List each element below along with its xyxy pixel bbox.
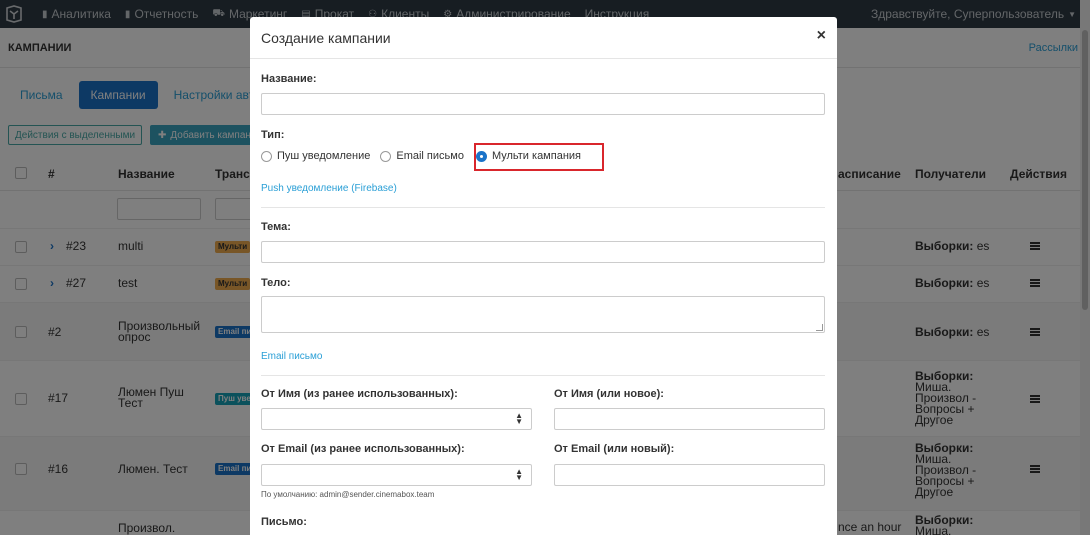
subject-label: Тема:: [261, 221, 291, 233]
radio-circle[interactable]: [261, 150, 272, 162]
letter-label: Письмо:: [261, 516, 307, 528]
push-section-heading: Push уведомление (Firebase): [261, 183, 397, 194]
radio-circle[interactable]: [380, 150, 392, 162]
type-push-radio[interactable]: Пуш уведомление: [261, 150, 370, 162]
from-email-input[interactable]: [554, 464, 825, 486]
modal-title: Создание кампании: [261, 30, 391, 46]
divider: [261, 375, 825, 376]
from-email-prev-label: От Email (из ранее использованных):: [261, 443, 465, 455]
from-email-new-label: От Email (или новый):: [554, 443, 675, 455]
from-name-select[interactable]: ▲ ▼: [261, 408, 532, 430]
type-email-radio[interactable]: Email письмо: [380, 150, 464, 162]
close-icon[interactable]: ×: [817, 27, 826, 45]
resize-grip-icon[interactable]: [816, 324, 823, 331]
email-section-heading: Email письмо: [261, 351, 323, 362]
from-name-input[interactable]: [554, 408, 825, 430]
create-campaign-modal: Создание кампании × Название: Тип: Пуш у…: [250, 17, 837, 535]
subject-input[interactable]: [261, 241, 825, 263]
from-name-prev-label: От Имя (из ранее использованных):: [261, 388, 458, 400]
select-arrows-icon: ▲ ▼: [515, 467, 523, 482]
name-label: Название:: [261, 73, 317, 85]
from-name-new-label: От Имя (или новое):: [554, 388, 664, 400]
type-label: Тип:: [261, 129, 285, 141]
divider: [261, 207, 825, 208]
modal-header: Создание кампании ×: [250, 17, 837, 59]
campaign-name-input[interactable]: [261, 93, 825, 115]
body-label: Тело:: [261, 277, 291, 289]
default-email-hint: По умолчанию: admin@sender.cinemabox.tea…: [261, 490, 435, 499]
highlight-annotation: [474, 143, 604, 171]
from-email-select[interactable]: ▲ ▼: [261, 464, 532, 486]
body-textarea[interactable]: [261, 296, 825, 333]
select-arrows-icon: ▲ ▼: [515, 411, 523, 426]
